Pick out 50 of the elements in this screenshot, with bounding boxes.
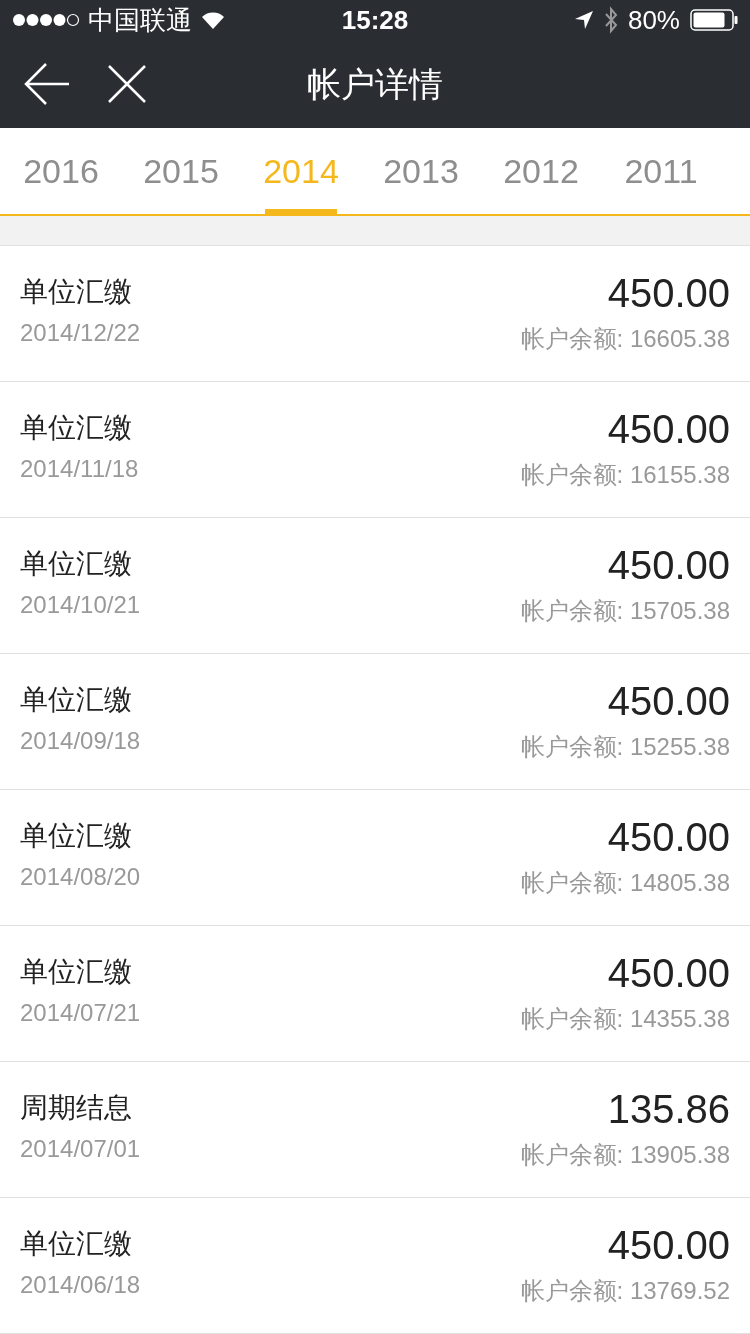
wifi-icon: [200, 10, 226, 30]
account-balance: 帐户余额: 14805.38: [520, 868, 730, 898]
record-type: 单位汇缴: [20, 275, 133, 309]
record-type: 单位汇缴: [20, 819, 133, 853]
record-type: 单位汇缴: [20, 411, 133, 445]
record-date: 2014/09/18: [20, 726, 141, 756]
year-tab[interactable]: 2015: [121, 128, 241, 214]
status-time: 15:28: [341, 3, 409, 37]
account-balance: 帐户余额: 15705.38: [520, 596, 730, 626]
record-date: 2014/11/18: [20, 454, 139, 484]
record-type: 单位汇缴: [20, 955, 133, 989]
record-date: 2014/12/22: [20, 318, 141, 348]
year-tab[interactable]: 2016: [1, 128, 121, 214]
battery-percent: 80%: [627, 3, 680, 37]
year-tab[interactable]: 2013: [361, 128, 481, 214]
close-icon: [107, 64, 147, 104]
record-date: 2014/07/21: [20, 998, 141, 1028]
record-amount: 135.86: [607, 1086, 730, 1132]
record-date: 2014/06/18: [20, 1270, 141, 1300]
account-balance: 帐户余额: 15255.38: [520, 732, 730, 762]
record-date: 2014/10/21: [20, 590, 141, 620]
account-balance: 帐户余额: 14355.38: [520, 1004, 730, 1034]
record-date: 2014/08/20: [20, 862, 141, 892]
signal-icon: [12, 13, 80, 27]
account-balance: 帐户余额: 13905.38: [520, 1140, 730, 1170]
bluetooth-icon: [603, 6, 618, 34]
record-amount: 450.00: [607, 270, 730, 316]
back-button[interactable]: [22, 62, 72, 106]
account-balance: 帐户余额: 16155.38: [520, 460, 730, 490]
year-tab[interactable]: 2011: [601, 128, 721, 214]
location-arrow-icon: [573, 10, 594, 30]
carrier-text: 中国联通: [88, 3, 192, 37]
record-amount: 450.00: [607, 678, 730, 724]
record-type: 单位汇缴: [20, 1227, 133, 1261]
record-type: 单位汇缴: [20, 683, 133, 717]
year-tab[interactable]: 2012: [481, 128, 601, 214]
record-amount: 450.00: [607, 542, 730, 588]
year-tab[interactable]: 2014: [241, 128, 361, 214]
record-amount: 450.00: [607, 406, 730, 452]
record-amount: 450.00: [607, 950, 730, 996]
record-type: 周期结息: [20, 1091, 133, 1125]
record-amount: 450.00: [607, 1222, 730, 1268]
account-balance: 帐户余额: 16605.38: [520, 324, 730, 354]
record-type: 单位汇缴: [20, 547, 133, 581]
record-amount: 450.00: [607, 814, 730, 860]
account-balance: 帐户余额: 13769.52: [520, 1276, 730, 1306]
page-title: 帐户详情: [307, 63, 443, 105]
back-arrow-icon: [24, 63, 70, 105]
battery-icon: [690, 9, 738, 31]
record-date: 2014/07/01: [20, 1134, 141, 1164]
